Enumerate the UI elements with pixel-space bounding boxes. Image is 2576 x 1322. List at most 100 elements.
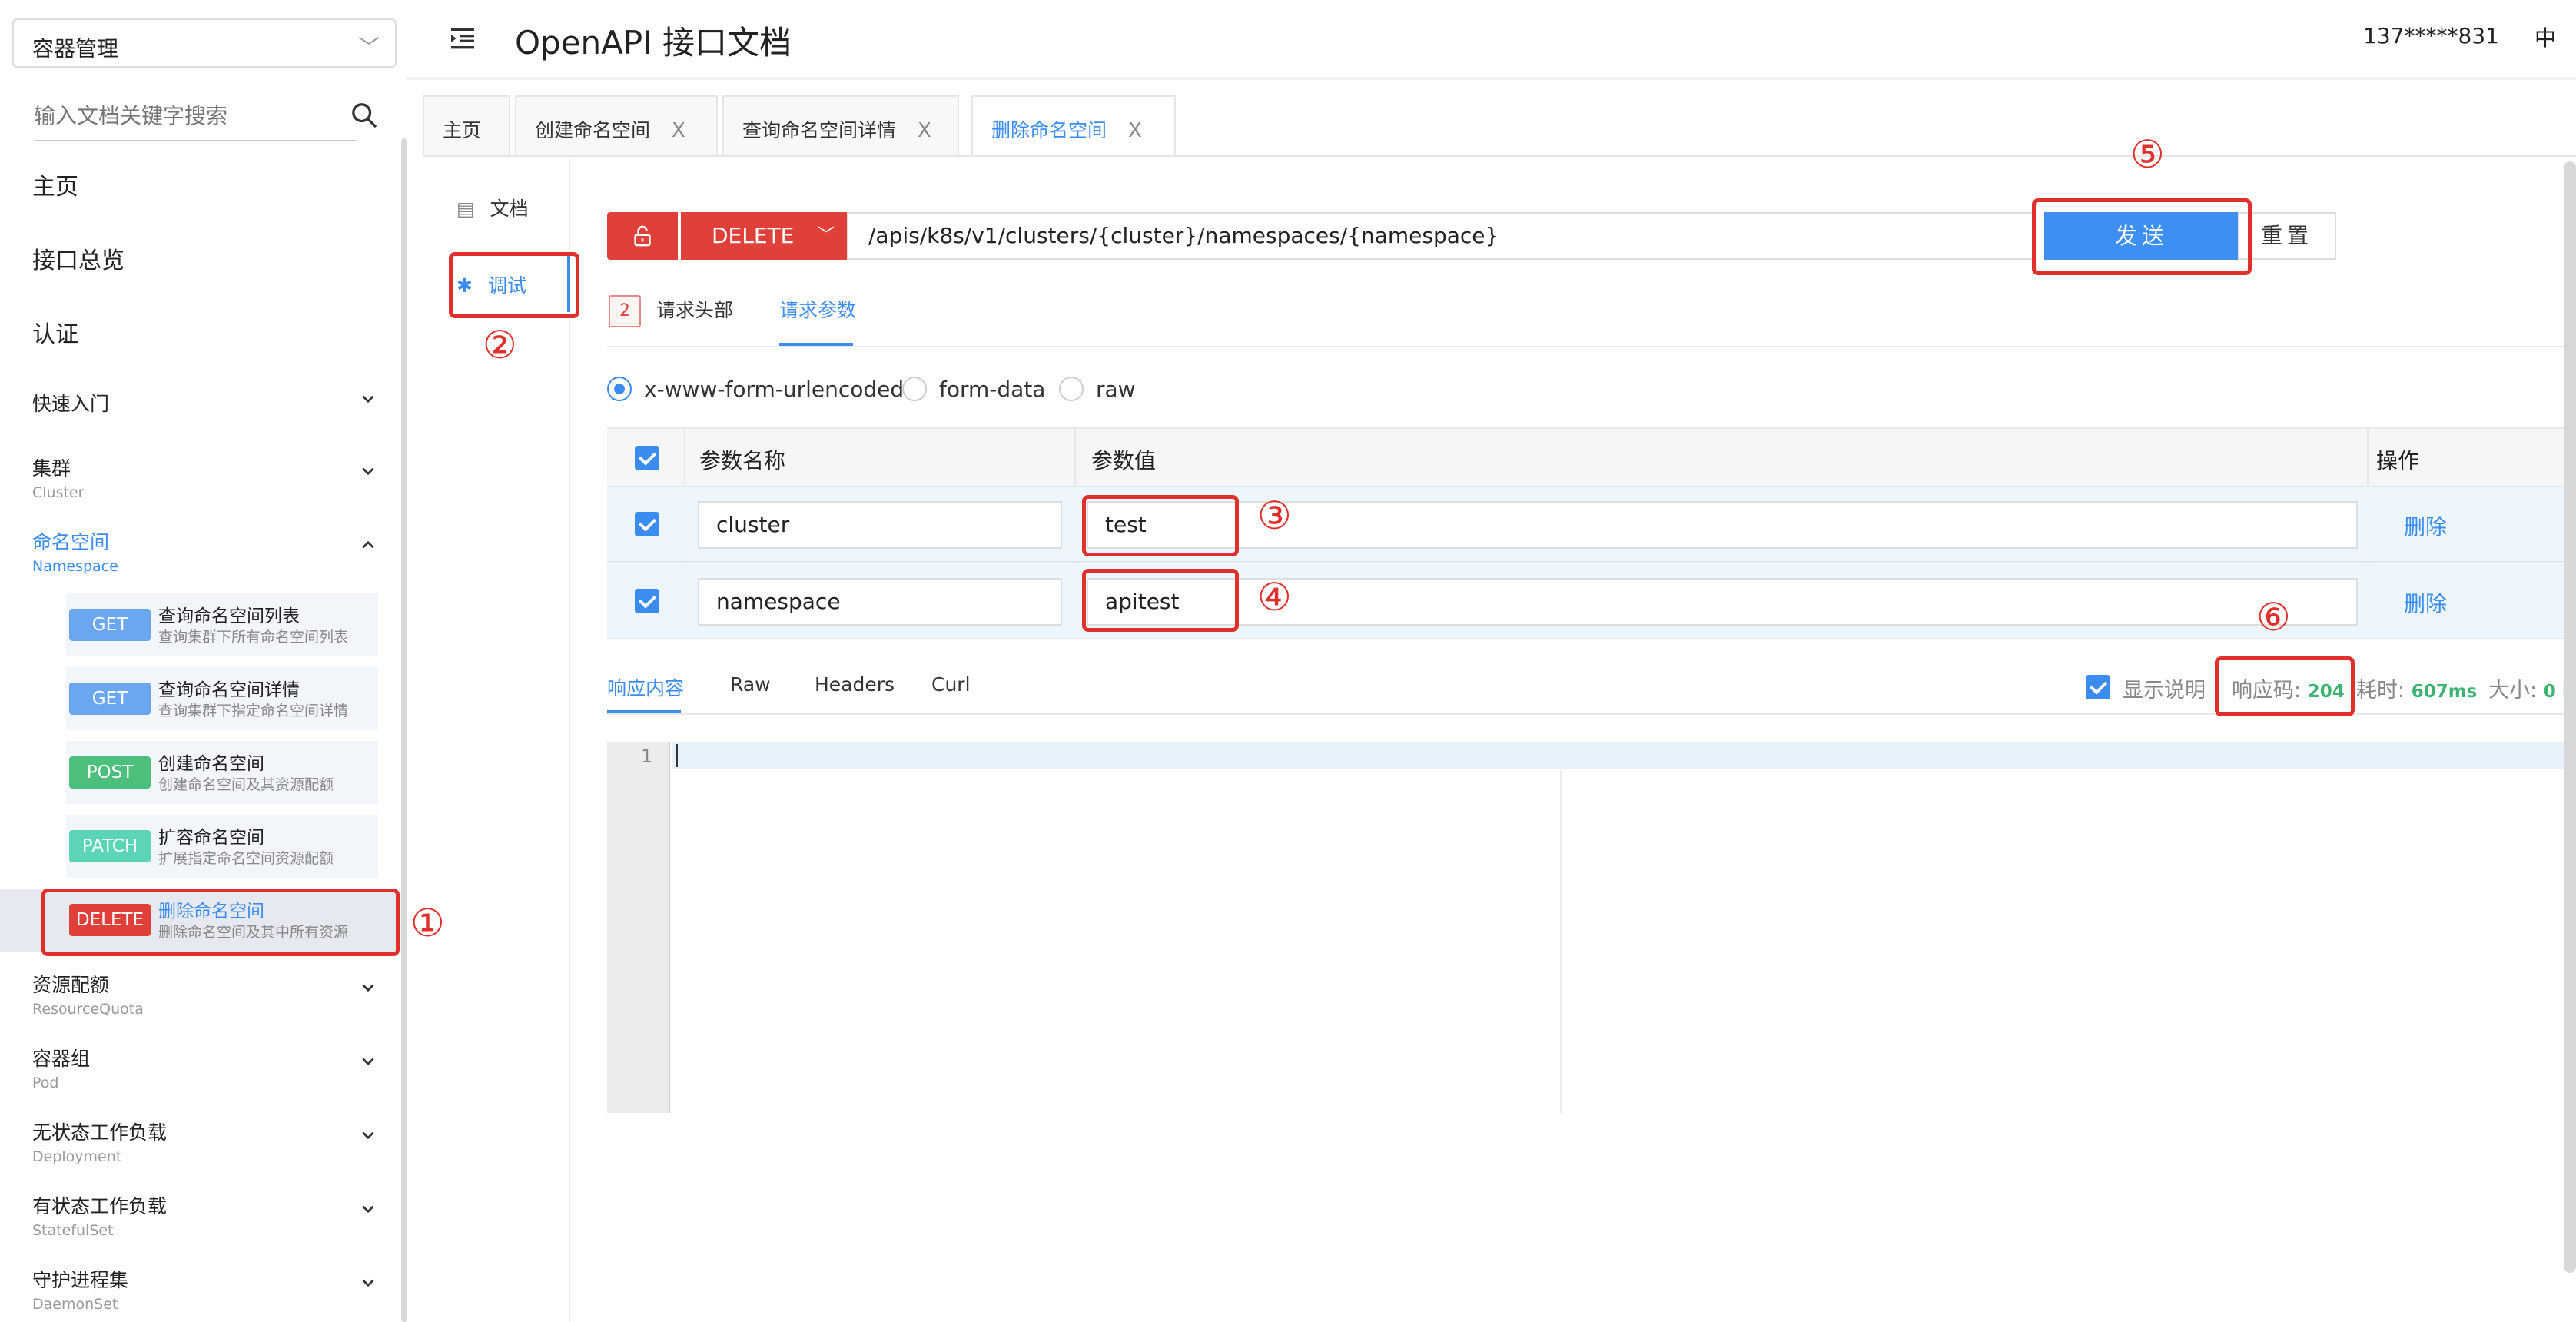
tab-delete-namespace[interactable]: 删除命名空间 X — [971, 95, 1176, 157]
chevron-down-icon — [362, 1058, 374, 1066]
response-size: 大小: 0 B — [2488, 673, 2575, 703]
nav-home[interactable]: 主页 — [32, 168, 78, 201]
tab-label: 删除命名空间 — [991, 119, 1107, 141]
tab-response-curl[interactable]: Curl — [931, 673, 971, 696]
line-number: 1 — [641, 746, 653, 767]
nav-group-title: 有状态工作负载 — [32, 1195, 168, 1217]
tab-response-content[interactable]: 响应内容 — [607, 673, 684, 701]
radio-raw-label: raw — [1096, 377, 1136, 402]
radio-urlencoded-label: x-www-form-urlencoded — [644, 377, 905, 402]
doc-icon: ▤ — [456, 198, 475, 220]
api-item-get-namespace[interactable]: GET 查询命名空间详情 查询集群下指定命名空间详情 — [66, 667, 378, 730]
chevron-down-icon — [362, 1205, 374, 1214]
api-name: 扩容命名空间 — [158, 828, 264, 848]
nav-group-title: 快速入门 — [32, 393, 110, 415]
show-desc-checkbox[interactable] — [2086, 675, 2110, 699]
sidebar-scrollbar[interactable] — [401, 138, 407, 1322]
nav-group-subtitle: Cluster — [32, 484, 85, 501]
highlight-box-2 — [449, 252, 579, 318]
api-item-patch-namespace[interactable]: PATCH 扩容命名空间 扩展指定命名空间资源配额 — [66, 815, 378, 878]
doc-search — [34, 94, 377, 141]
select-all-checkbox[interactable] — [635, 446, 659, 470]
project-select[interactable]: 容器管理 ﹀ — [12, 18, 397, 68]
chevron-down-icon — [362, 395, 374, 404]
nav-group-quickstart[interactable]: 快速入门 — [32, 389, 378, 417]
row-checkbox[interactable] — [635, 512, 659, 536]
api-desc: 查询集群下所有命名空间列表 — [158, 629, 349, 646]
response-time: 耗时: 607ms — [2356, 673, 2477, 703]
tab-request-headers[interactable]: 请求头部 — [656, 295, 733, 323]
response-editor[interactable]: 1 — [607, 742, 2576, 1113]
chevron-down-icon: ﹀ — [357, 35, 380, 60]
chevron-down-icon — [362, 467, 374, 476]
annotation-4: ④ — [1257, 575, 1292, 619]
nav-group-subtitle: ResourceQuota — [32, 1001, 144, 1018]
api-item-list-namespaces[interactable]: GET 查询命名空间列表 查询集群下所有命名空间列表 — [66, 593, 378, 656]
unlock-icon — [634, 225, 651, 247]
doc-search-input[interactable] — [34, 94, 310, 137]
nav-group-namespace[interactable]: 命名空间 Namespace — [32, 527, 378, 575]
annotation-6: ⑥ — [2256, 595, 2291, 639]
reset-button[interactable]: 重置 — [2238, 212, 2336, 260]
auth-lock-button[interactable] — [607, 212, 678, 260]
nav-group-title: 命名空间 — [32, 531, 110, 553]
radio-urlencoded[interactable] — [607, 377, 632, 401]
tab-get-namespace[interactable]: 查询命名空间详情 X — [722, 95, 959, 155]
nav-auth[interactable]: 认证 — [32, 315, 78, 349]
nav-group-title: 资源配额 — [32, 974, 110, 996]
nav-group-statefulset[interactable]: 有状态工作负载 StatefulSet — [32, 1191, 378, 1239]
tab-response-headers[interactable]: Headers — [815, 673, 895, 696]
main-scrollbar[interactable] — [2564, 161, 2576, 1273]
search-icon[interactable] — [349, 100, 380, 131]
radio-form-data[interactable] — [902, 377, 927, 401]
param-name-input[interactable]: namespace — [698, 578, 1062, 626]
response-time-label: 耗时: — [2356, 679, 2405, 703]
delete-row-link[interactable]: 删除 — [2404, 510, 2447, 541]
nav-group-title: 无状态工作负载 — [32, 1121, 168, 1144]
chevron-down-icon — [362, 1279, 374, 1287]
radio-raw[interactable] — [1059, 377, 1084, 401]
nav-group-resourcequota[interactable]: 资源配额 ResourceQuota — [32, 970, 378, 1018]
nav-overview[interactable]: 接口总览 — [32, 241, 124, 275]
nav-group-subtitle: Pod — [32, 1075, 59, 1091]
api-item-create-namespace[interactable]: POST 创建命名空间 创建命名空间及其资源配额 — [66, 741, 378, 804]
nav-group-subtitle: StatefulSet — [32, 1222, 114, 1239]
subnav-doc[interactable]: ▤ 文档 — [456, 194, 529, 221]
chevron-down-icon: ﹀ — [817, 226, 835, 245]
nav-group-pod[interactable]: 容器组 Pod — [32, 1044, 378, 1091]
method-badge: GET — [69, 683, 151, 715]
tab-create-namespace[interactable]: 创建命名空间 X — [515, 95, 718, 155]
annotation-2: ② — [483, 323, 517, 367]
nav-group-deployment[interactable]: 无状态工作负载 Deployment — [32, 1118, 378, 1165]
row-checkbox[interactable] — [635, 589, 659, 613]
api-name: 查询命名空间列表 — [158, 606, 300, 626]
tab-response-raw[interactable]: Raw — [730, 673, 771, 696]
close-icon[interactable]: X — [672, 119, 685, 142]
table-header: 参数名称 参数值 操作 — [607, 427, 2576, 487]
sidebar: 容器管理 ﹀ 主页 接口总览 认证 快速入门 集群 Cluster 命名空间 N… — [0, 0, 407, 1322]
language-switch[interactable]: 中 — [2535, 22, 2556, 52]
text-cursor — [676, 744, 678, 767]
tab-label: 主页 — [443, 119, 482, 141]
radio-form-data-label: form-data — [939, 377, 1046, 402]
table-row: cluster test 删除 — [607, 487, 2576, 563]
method-select[interactable]: DELETE ﹀ — [681, 212, 847, 260]
tab-request-params[interactable]: 请求参数 — [779, 295, 856, 323]
user-account[interactable]: 137*****831 — [2363, 23, 2499, 48]
close-icon[interactable]: X — [918, 119, 931, 142]
col-operation: 操作 — [2376, 448, 2420, 473]
line-gutter: 1 — [607, 742, 670, 1113]
show-desc-label: 显示说明 — [2123, 679, 2206, 703]
delete-row-link[interactable]: 删除 — [2404, 587, 2447, 618]
menu-fold-icon[interactable] — [447, 23, 478, 54]
nav-group-cluster[interactable]: 集群 Cluster — [32, 453, 378, 501]
tab-home[interactable]: 主页 — [423, 95, 510, 155]
col-param-value: 参数值 — [1091, 448, 1157, 473]
api-desc: 扩展指定命名空间资源配额 — [158, 850, 334, 867]
response-time-value: 607ms — [2411, 682, 2478, 702]
annotation-1: ① — [410, 901, 445, 945]
nav-group-daemonset[interactable]: 守护进程集 DaemonSet — [32, 1265, 378, 1313]
close-icon[interactable]: X — [1128, 119, 1142, 142]
param-name-input[interactable]: cluster — [698, 501, 1062, 549]
url-input[interactable]: /apis/k8s/v1/clusters/{cluster}/namespac… — [847, 212, 2033, 260]
